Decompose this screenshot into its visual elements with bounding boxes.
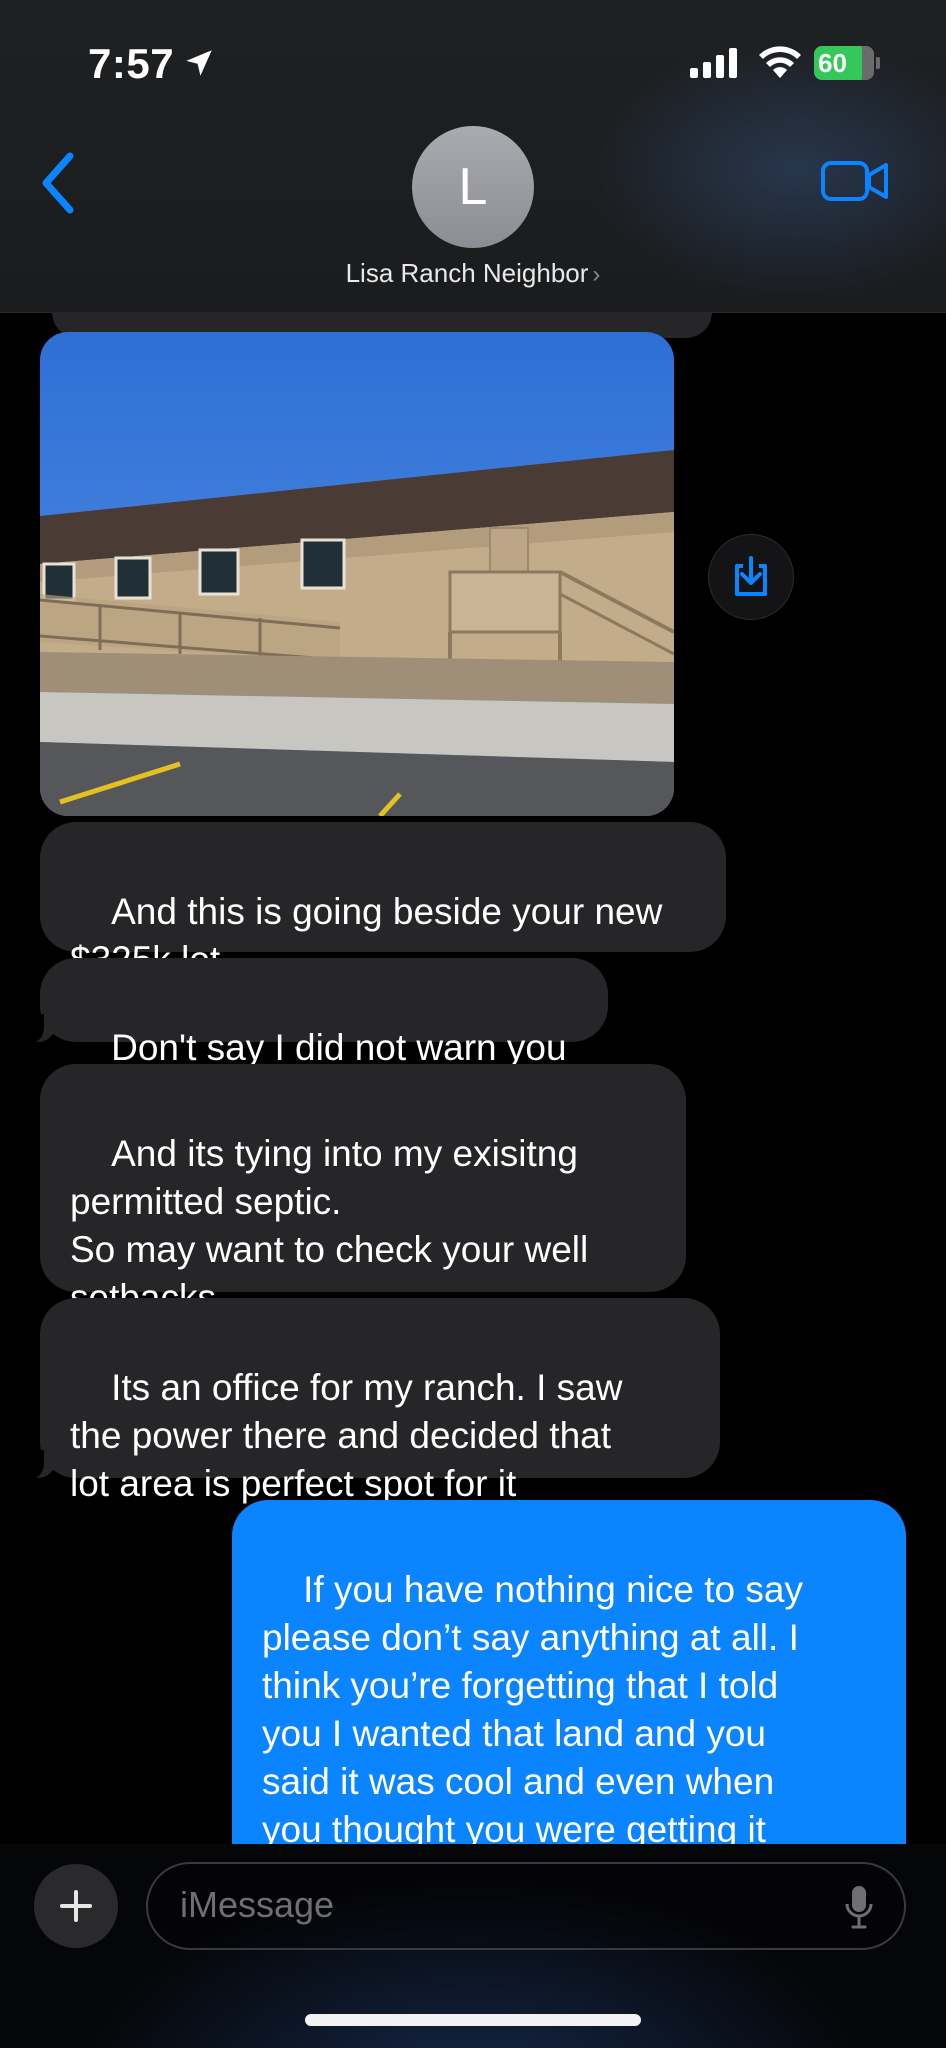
apps-plus-button[interactable] [34, 1864, 118, 1948]
location-arrow-icon [186, 50, 212, 76]
battery-charging-icon: 60 [814, 46, 880, 80]
conversation-header: 7:57 60 L Lisa Ranch Neighbor › [0, 0, 946, 313]
message-list[interactable]: And this is going beside your new$325k l… [0, 312, 946, 1844]
microphone-icon[interactable] [844, 1884, 874, 1930]
save-to-photos-button[interactable] [708, 534, 794, 620]
back-chevron-icon[interactable] [36, 150, 80, 216]
cellular-signal-icon [690, 48, 737, 78]
video-call-icon[interactable] [820, 158, 890, 204]
message-text: And its tying into my exisitng permitted… [70, 1133, 589, 1318]
composer-bar: iMessage [0, 1844, 946, 2048]
message-text: Its an office for my ranch. I saw the po… [70, 1367, 623, 1504]
photo-attachment[interactable] [40, 332, 674, 816]
received-message-bubble[interactable]: And its tying into my exisitng permitted… [40, 1064, 686, 1318]
message-text: And this is going beside your new [111, 891, 663, 932]
sent-message-bubble[interactable]: If you have nothing nice to say please d… [232, 1500, 906, 1844]
contact-name-text: Lisa Ranch Neighbor [345, 258, 589, 288]
status-time: 7:57 [88, 40, 175, 87]
save-download-icon [735, 556, 767, 596]
message-text: If you have nothing nice to say please d… [262, 1569, 803, 1844]
building-photo [40, 332, 674, 816]
received-message-bubble[interactable]: Don't say I did not warn you [16, 958, 608, 1068]
message-text: Don't say I did not warn you [111, 1027, 567, 1068]
plus-icon [60, 1890, 92, 1922]
battery-level: 60 [818, 48, 847, 78]
battery-body: 60 [814, 46, 874, 80]
message-input[interactable]: iMessage [146, 1862, 906, 1950]
received-message-bubble[interactable]: And this is going beside your new$325k l… [40, 822, 726, 980]
home-indicator[interactable] [305, 2014, 641, 2026]
contact-avatar[interactable]: L [412, 126, 534, 248]
contact-chevron-icon: › [592, 261, 601, 288]
wifi-icon [759, 46, 801, 78]
message-input-placeholder: iMessage [180, 1884, 335, 1925]
battery-tip [876, 57, 880, 69]
contact-name[interactable]: Lisa Ranch Neighbor › [0, 258, 946, 289]
received-message-bubble[interactable]: Its an office for my ranch. I saw the po… [16, 1298, 720, 1504]
